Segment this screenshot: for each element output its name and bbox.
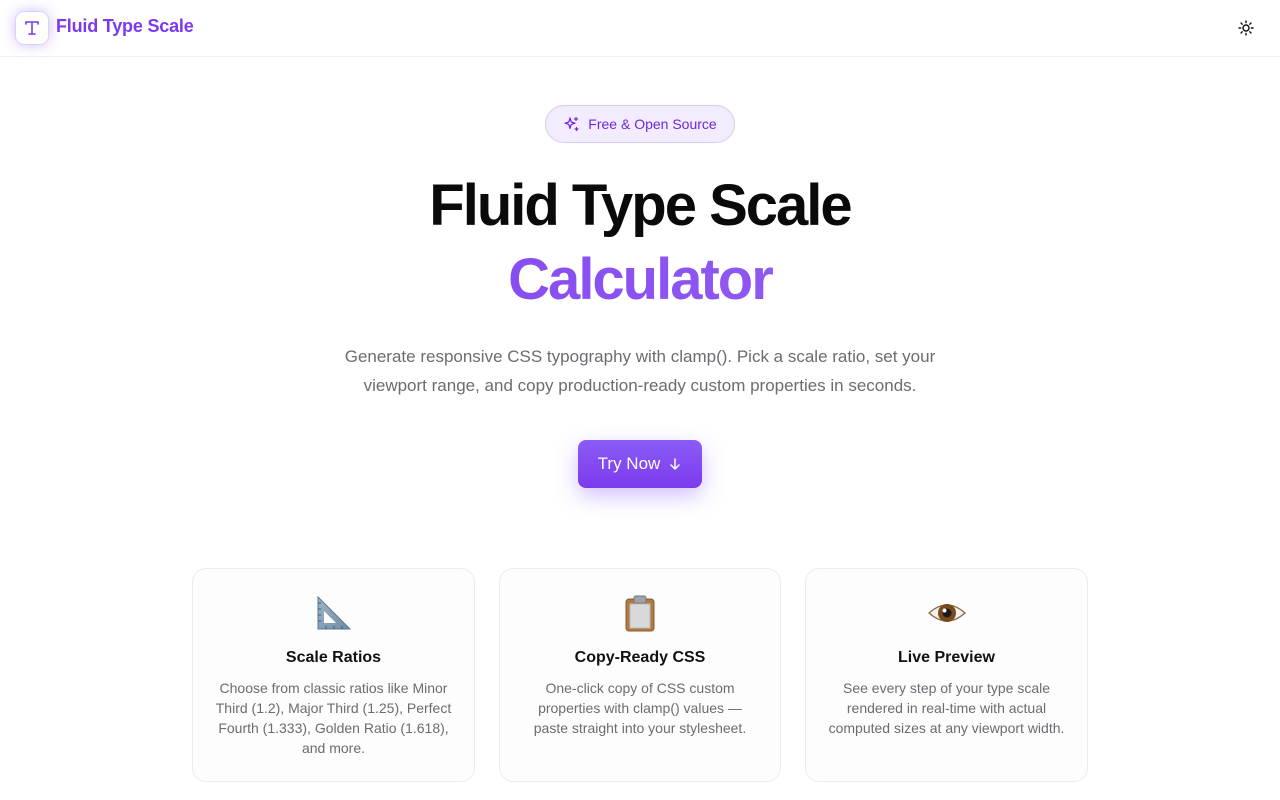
page-title: Fluid Type Scale bbox=[429, 173, 852, 238]
theme-toggle-button[interactable] bbox=[1234, 16, 1258, 40]
feature-description: One-click copy of CSS custom properties … bbox=[533, 680, 747, 736]
sun-icon bbox=[1238, 20, 1254, 36]
subtitle-line-1: Generate responsive CSS typography with … bbox=[344, 347, 936, 366]
feature-card-live-preview: Live Preview See every step of your type… bbox=[805, 568, 1088, 782]
page-subtitle: Generate responsive CSS typography with … bbox=[310, 342, 970, 400]
badge-label: Free & Open Source bbox=[588, 116, 717, 132]
triangular-ruler-icon bbox=[193, 593, 474, 633]
page-title-highlight: Calculator bbox=[0, 246, 1280, 313]
clipboard-icon bbox=[500, 593, 780, 633]
subtitle-line-2: viewport range, and copy production-read… bbox=[363, 376, 917, 395]
feature-card-copy-ready-css: Copy-Ready CSS One-click copy of CSS cus… bbox=[499, 568, 781, 782]
type-letter-t-icon bbox=[25, 21, 39, 35]
feature-description: Choose from classic ratios like Minor Th… bbox=[215, 680, 452, 756]
eye-icon bbox=[806, 593, 1087, 633]
brand-name[interactable]: Fluid Type Scale bbox=[56, 16, 194, 37]
try-now-button[interactable]: Try Now bbox=[578, 440, 702, 488]
feature-card-scale-ratios: Scale Ratios Choose from classic ratios … bbox=[192, 568, 475, 782]
feature-title: Copy-Ready CSS bbox=[574, 649, 706, 666]
arrow-down-icon bbox=[670, 458, 681, 470]
try-now-label: Try Now bbox=[597, 454, 661, 473]
top-navigation-bar: Fluid Type Scale bbox=[0, 0, 1280, 57]
logo[interactable] bbox=[16, 12, 48, 44]
feature-description: See every step of your type scale render… bbox=[828, 680, 1065, 736]
sparkles-icon bbox=[564, 116, 579, 131]
open-source-badge: Free & Open Source bbox=[545, 105, 735, 143]
feature-title: Live Preview bbox=[898, 649, 995, 666]
feature-title: Scale Ratios bbox=[285, 649, 382, 666]
